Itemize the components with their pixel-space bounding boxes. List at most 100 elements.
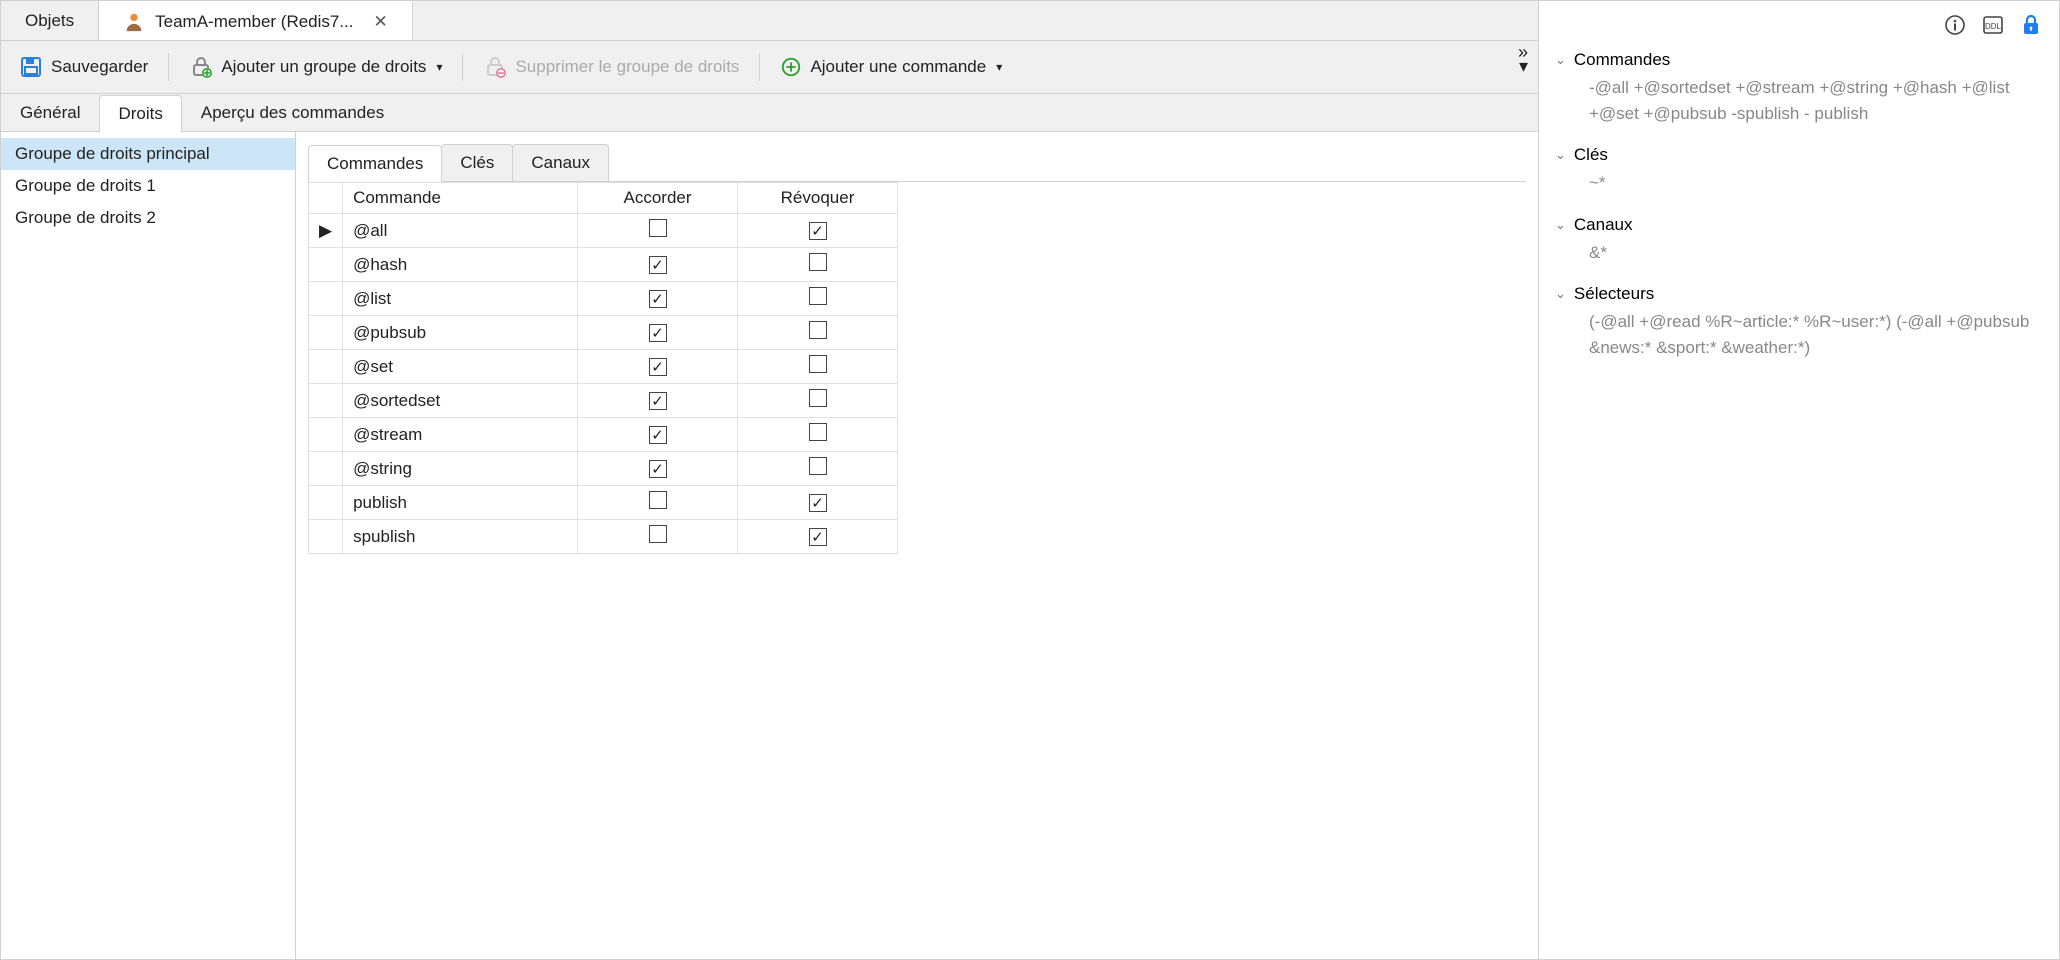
cell-revoke: ✓ <box>738 520 898 554</box>
tab-general[interactable]: Général <box>1 94 99 131</box>
rights-group-item[interactable]: Groupe de droits principal <box>1 138 295 170</box>
table-row[interactable]: spublish ✓ <box>309 520 898 554</box>
checkbox[interactable] <box>649 491 667 509</box>
info-icon[interactable] <box>1943 13 1967 37</box>
section-commands[interactable]: ⌄Commandes <box>1555 47 2043 73</box>
inner-tab-channels[interactable]: Canaux <box>512 144 609 181</box>
checkbox[interactable]: ✓ <box>649 358 667 376</box>
inner-tab-label: Canaux <box>531 153 590 172</box>
checkbox[interactable] <box>649 525 667 543</box>
checkbox[interactable] <box>809 287 827 305</box>
add-rights-group-label: Ajouter un groupe de droits <box>221 57 426 77</box>
table-row[interactable]: @set✓ <box>309 350 898 384</box>
inner-tab-commands[interactable]: Commandes <box>308 145 442 182</box>
remove-rights-group-label: Supprimer le groupe de droits <box>515 57 739 77</box>
tab-rights[interactable]: Droits <box>99 95 181 132</box>
section-channels[interactable]: ⌄Canaux <box>1555 212 2043 238</box>
lock-icon[interactable] <box>2019 13 2043 37</box>
inner-tab-keys[interactable]: Clés <box>441 144 513 181</box>
checkbox[interactable] <box>809 321 827 339</box>
rights-group-item[interactable]: Groupe de droits 2 <box>1 202 295 234</box>
row-indicator <box>309 452 343 486</box>
toolbar: Sauvegarder Ajouter un groupe de droits … <box>1 41 1538 94</box>
cell-command: @sortedset <box>343 384 578 418</box>
checkbox[interactable] <box>809 457 827 475</box>
rights-group-item[interactable]: Groupe de droits 1 <box>1 170 295 202</box>
add-command-button[interactable]: Ajouter une commande ▾ <box>772 52 1010 82</box>
table-row[interactable]: publish ✓ <box>309 486 898 520</box>
table-row[interactable]: @hash✓ <box>309 248 898 282</box>
cell-revoke <box>738 350 898 384</box>
section-title: Canaux <box>1574 215 1633 235</box>
cell-revoke <box>738 316 898 350</box>
table-row[interactable]: @string ✓ <box>309 452 898 486</box>
file-tab-active[interactable]: TeamA-member (Redis7... ✕ <box>99 1 413 40</box>
section-keys[interactable]: ⌄Clés <box>1555 142 2043 168</box>
tab-label: Général <box>20 103 80 122</box>
row-indicator <box>309 418 343 452</box>
row-indicator <box>309 520 343 554</box>
table-row[interactable]: @stream✓ <box>309 418 898 452</box>
row-indicator <box>309 316 343 350</box>
cell-command: @pubsub <box>343 316 578 350</box>
table-row[interactable]: ▶@all✓ <box>309 214 898 248</box>
checkbox[interactable]: ✓ <box>809 494 827 512</box>
checkbox[interactable]: ✓ <box>809 222 827 240</box>
separator <box>462 53 463 81</box>
section-selectors-body: (-@all +@read %R~article:* %R~user:*) (-… <box>1555 307 2043 366</box>
checkbox[interactable]: ✓ <box>649 426 667 444</box>
checkbox[interactable]: ✓ <box>649 256 667 274</box>
sub-tab-bar: Général Droits Aperçu des commandes <box>1 94 1538 132</box>
section-selectors[interactable]: ⌄Sélecteurs <box>1555 281 2043 307</box>
add-rights-group-button[interactable]: Ajouter un groupe de droits ▾ <box>181 51 450 83</box>
add-command-label: Ajouter une commande <box>810 57 986 77</box>
chevron-down-icon: ▾ <box>996 60 1002 74</box>
checkbox[interactable] <box>809 253 827 271</box>
checkbox[interactable]: ✓ <box>649 290 667 308</box>
table-row[interactable]: @sortedset ✓ <box>309 384 898 418</box>
chevron-down-icon: ▾ <box>436 60 442 74</box>
rights-group-list: Groupe de droits principalGroupe de droi… <box>1 132 296 959</box>
ddl-icon[interactable]: DDL <box>1981 13 2005 37</box>
checkbox[interactable]: ✓ <box>649 460 667 478</box>
table-row[interactable]: @list✓ <box>309 282 898 316</box>
lock-add-icon <box>189 55 213 79</box>
tab-label: Droits <box>118 104 162 123</box>
checkbox[interactable] <box>809 389 827 407</box>
overflow-button[interactable]: »▾ <box>1518 45 1528 73</box>
cell-grant: ✓ <box>578 316 738 350</box>
cell-command: publish <box>343 486 578 520</box>
checkbox[interactable]: ✓ <box>809 528 827 546</box>
file-tab-objects[interactable]: Objets <box>1 1 99 40</box>
section-commands-body: -@all +@sortedset +@stream +@string +@ha… <box>1555 73 2043 132</box>
checkbox[interactable] <box>649 219 667 237</box>
chevron-down-icon: ⌄ <box>1555 286 1566 302</box>
inner-tab-label: Commandes <box>327 154 423 173</box>
separator <box>759 53 760 81</box>
rowmark-header <box>309 183 343 214</box>
col-revoke[interactable]: Révoquer <box>738 183 898 214</box>
cell-command: @string <box>343 452 578 486</box>
cell-command: spublish <box>343 520 578 554</box>
cell-revoke: ✓ <box>738 486 898 520</box>
inner-tab-label: Clés <box>460 153 494 172</box>
close-icon[interactable]: ✕ <box>374 12 388 32</box>
chevron-down-icon: ⌄ <box>1555 147 1566 163</box>
col-grant[interactable]: Accorder <box>578 183 738 214</box>
table-row[interactable]: @pubsub ✓ <box>309 316 898 350</box>
commands-grid: Commande Accorder Révoquer ▶@all✓@hash✓@… <box>308 182 898 554</box>
row-indicator <box>309 384 343 418</box>
checkbox[interactable]: ✓ <box>649 324 667 342</box>
cell-grant: ✓ <box>578 384 738 418</box>
checkbox[interactable]: ✓ <box>649 392 667 410</box>
lock-remove-icon <box>483 55 507 79</box>
cell-grant <box>578 486 738 520</box>
cell-revoke <box>738 282 898 316</box>
tab-commands-preview[interactable]: Aperçu des commandes <box>182 94 403 131</box>
save-button[interactable]: Sauvegarder <box>11 51 156 83</box>
col-command[interactable]: Commande <box>343 183 578 214</box>
checkbox[interactable] <box>809 423 827 441</box>
tab-label: Aperçu des commandes <box>201 103 384 122</box>
cell-revoke: ✓ <box>738 214 898 248</box>
checkbox[interactable] <box>809 355 827 373</box>
